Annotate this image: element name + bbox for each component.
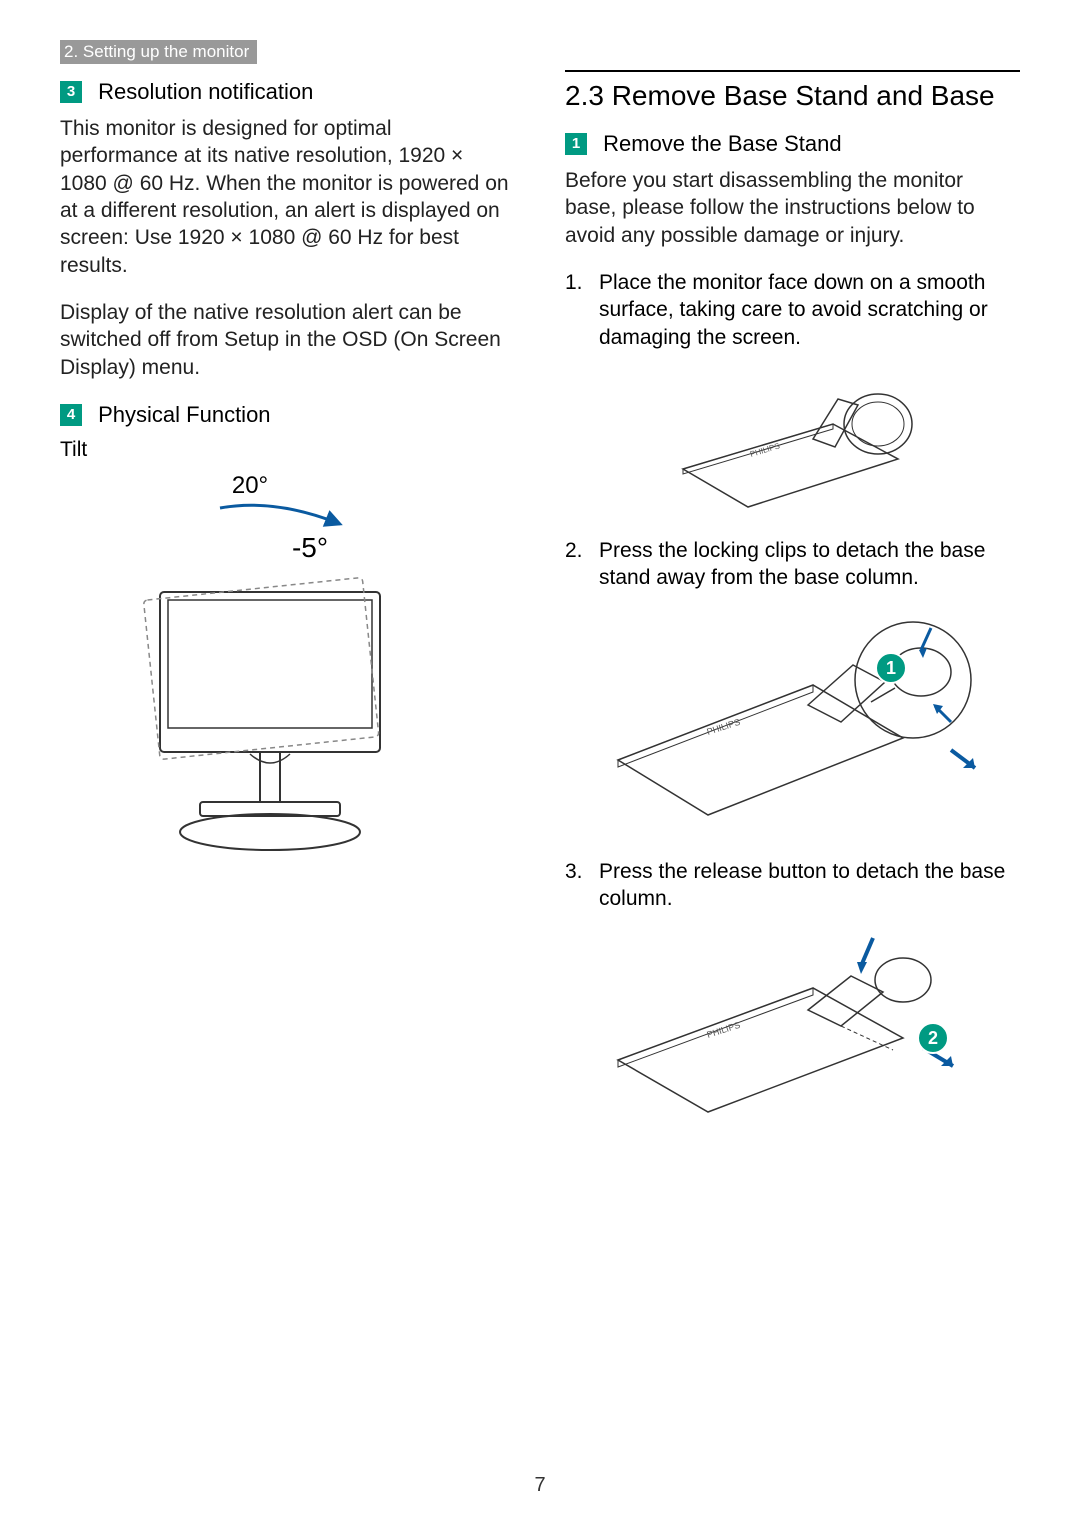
callout-2-label: 2 (927, 1028, 937, 1048)
tilt-label: Tilt (60, 438, 515, 462)
step-number: 3. (565, 858, 599, 913)
figure-detach-base-column: PHILIPS 2 (603, 930, 983, 1130)
step-1: 1. Place the monitor face down on a smoo… (565, 269, 1020, 351)
number-box-4: 4 (60, 404, 82, 426)
callout-1-label: 1 (885, 658, 895, 678)
figure-monitor-face-down: PHILIPS (663, 369, 923, 519)
heading-remove-base-stand: 1 Remove the Base Stand (565, 130, 1020, 157)
paragraph-resolution-2: Display of the native resolution alert c… (60, 299, 515, 381)
tilt-angle-up: 20° (100, 472, 400, 500)
right-column: 2.3 Remove Base Stand and Base 1 Remove … (565, 40, 1020, 1148)
tilt-arrow-icon (180, 502, 360, 532)
heading-physical-function: 4 Physical Function (60, 401, 515, 428)
step-number: 2. (565, 537, 599, 592)
tilt-figure: 20° -5° (120, 472, 420, 852)
heading-label: Remove the Base Stand (603, 131, 841, 156)
step-2: 2. Press the locking clips to detach the… (565, 537, 1020, 592)
left-column: 2. Setting up the monitor 3 Resolution n… (60, 40, 515, 1148)
step-3: 3. Press the release button to detach th… (565, 858, 1020, 913)
chapter-tag: 2. Setting up the monitor (60, 40, 257, 64)
heading-resolution-notification: 3 Resolution notification (60, 78, 515, 105)
step-text: Press the release button to detach the b… (599, 858, 1020, 913)
tilt-angle-down: -5° (160, 532, 460, 564)
figure-detach-base-stand: PHILIPS 1 (603, 610, 983, 840)
number-box-1: 1 (565, 133, 587, 155)
page-number: 7 (0, 1474, 1080, 1497)
step-number: 1. (565, 269, 599, 351)
section-title-2-3: 2.3 Remove Base Stand and Base (565, 70, 1020, 112)
number-box-3: 3 (60, 81, 82, 103)
heading-label: Physical Function (98, 402, 270, 427)
paragraph-resolution-1: This monitor is designed for optimal per… (60, 115, 515, 279)
step-text: Press the locking clips to detach the ba… (599, 537, 1020, 592)
step-text: Place the monitor face down on a smooth … (599, 269, 1020, 351)
svg-text:PHILIPS: PHILIPS (705, 1020, 741, 1040)
paragraph-remove-intro: Before you start disassembling the monit… (565, 167, 1020, 249)
heading-label: Resolution notification (98, 79, 313, 104)
monitor-tilt-illustration (120, 572, 420, 852)
